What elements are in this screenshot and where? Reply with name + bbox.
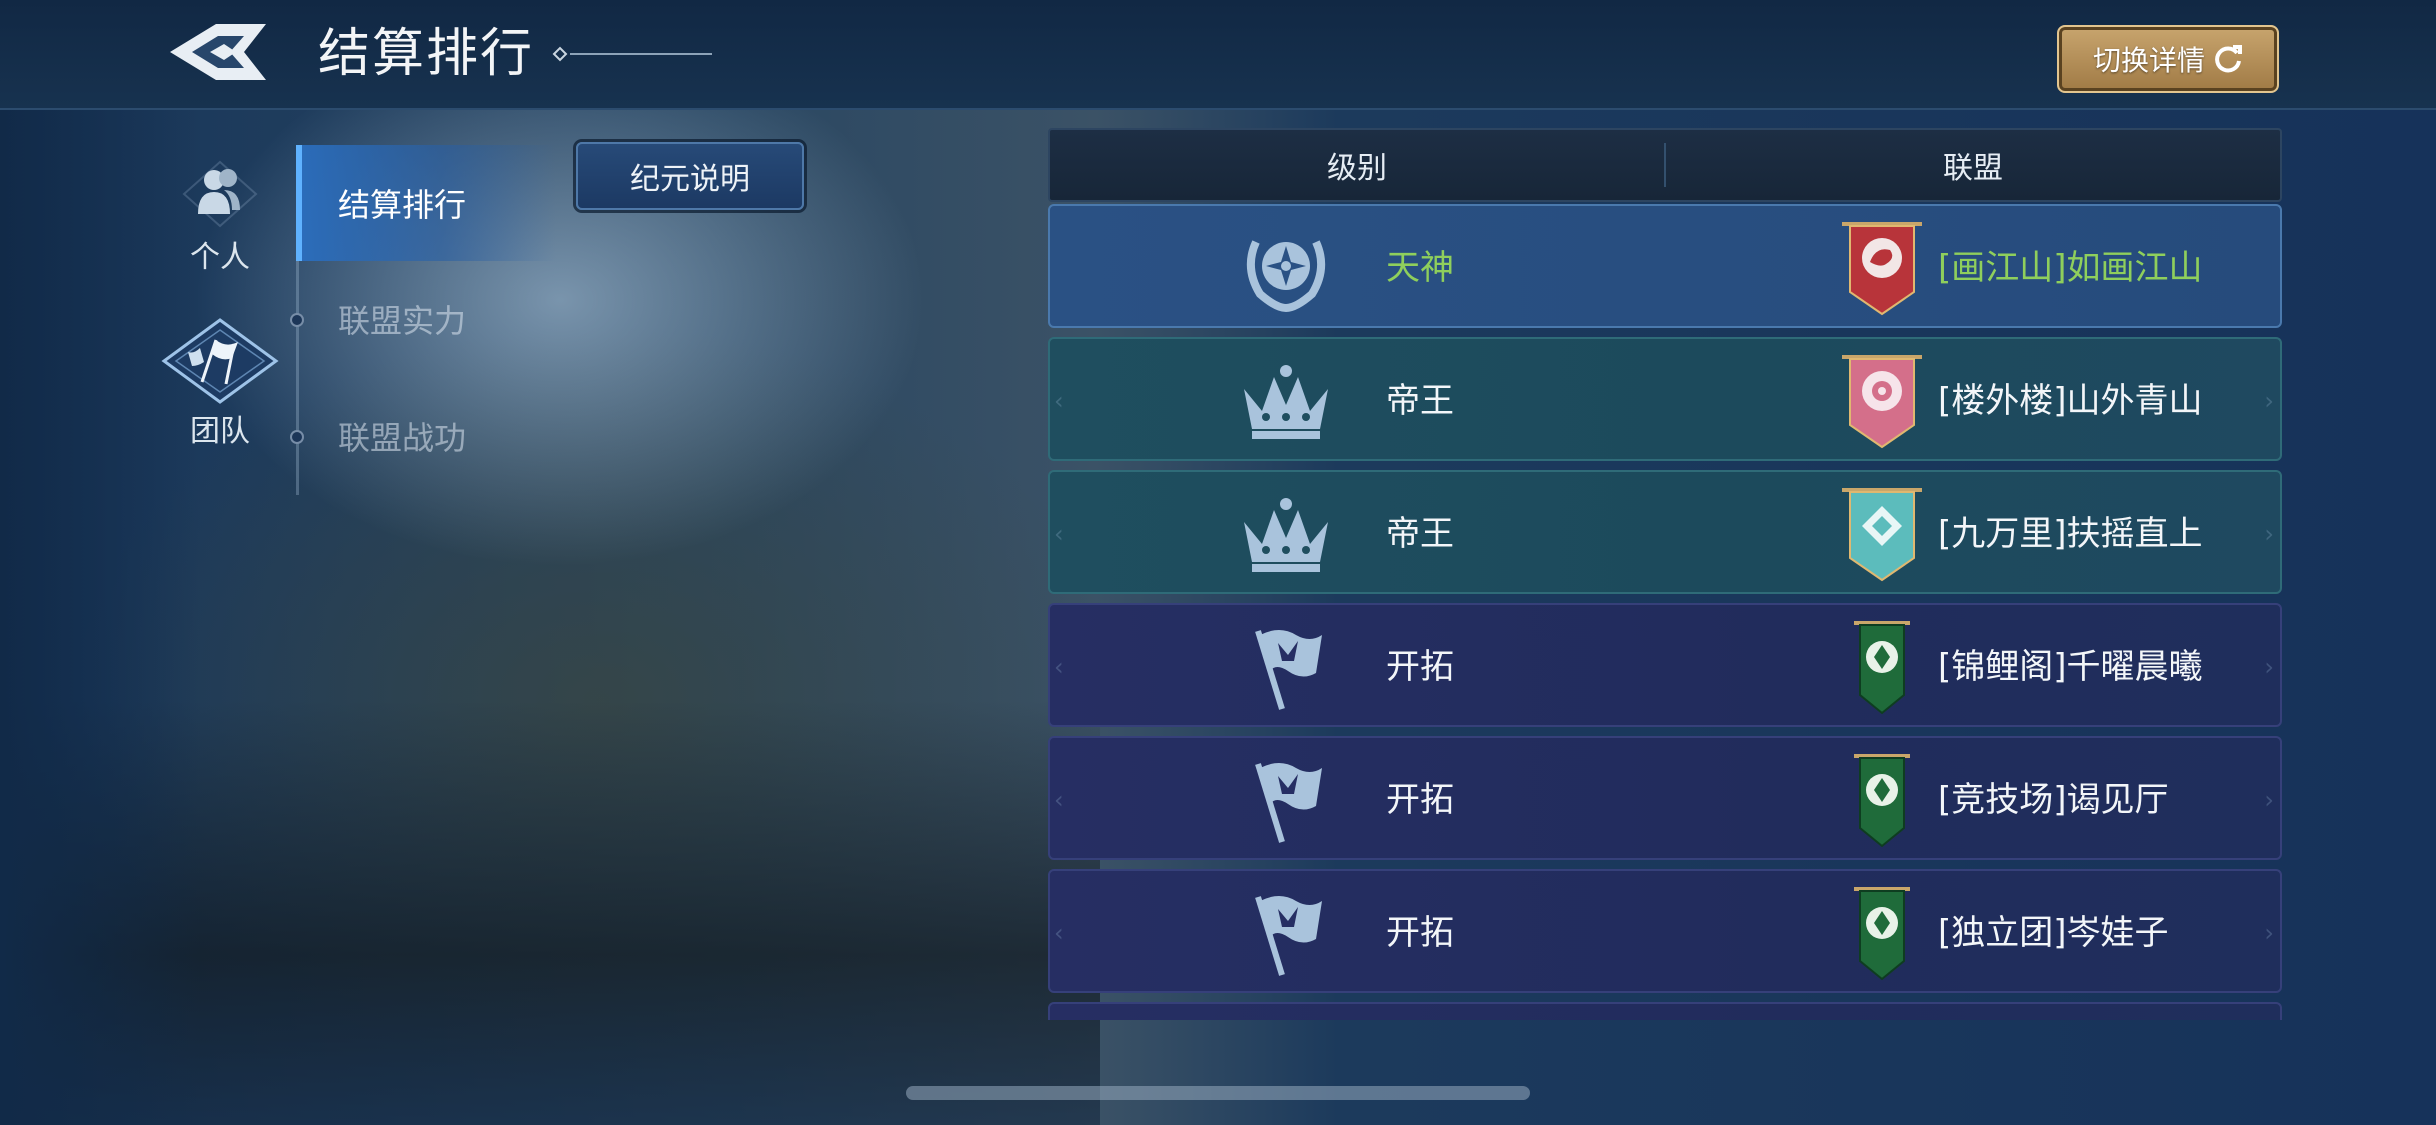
subnav-alliance-strength[interactable]: 联盟实力 <box>296 261 556 377</box>
back-arrow-icon <box>170 24 266 80</box>
category-personal-label: 个人 <box>190 240 250 275</box>
green-crest-banner-icon <box>1854 887 1910 981</box>
category-team-label: 团队 <box>190 414 250 449</box>
chevron-right-icon: › <box>2264 786 2274 814</box>
rank-label: 开拓 <box>1386 913 1454 953</box>
alliance-name: [竞技场]谒见厅 <box>1938 780 2169 820</box>
table-row[interactable]: 天神 [画江山]如画江山 <box>1048 204 2282 328</box>
laurel-emblem-icon <box>1246 240 1326 312</box>
rank-label: 开拓 <box>1386 780 1454 820</box>
rank-label: 帝王 <box>1386 381 1454 421</box>
column-header-rank: 级别 <box>1327 151 1387 186</box>
table-row[interactable]: ‹ 帝王 [九万里]扶摇直上 › <box>1048 470 2282 594</box>
table-row[interactable]: ‹ 开拓 [锦鲤阁]千曜晨曦 › <box>1048 603 2282 727</box>
subnav-alliance-merit-label: 联盟战功 <box>338 419 467 457</box>
title-ornament-icon <box>552 46 712 62</box>
table-row[interactable]: ‹ 帝王 [楼外楼]山外青山 › <box>1048 337 2282 461</box>
chevron-right-icon: › <box>2264 520 2274 548</box>
teal-wings-banner-icon <box>1842 488 1922 582</box>
alliance-name: [画江山]如画江山 <box>1938 248 2203 288</box>
green-crest-banner-icon <box>1854 621 1910 715</box>
alliance-name: [独立团]岑娃子 <box>1938 913 2169 953</box>
table-header: 级别 联盟 <box>1048 128 2282 202</box>
green-crest-banner-icon <box>1854 754 1910 848</box>
crown-icon <box>1244 498 1328 572</box>
switch-details-label: 切换详情 <box>2092 44 2205 77</box>
subnav-settlement-ranking-label: 结算排行 <box>338 186 467 224</box>
alliance-name: [楼外楼]山外青山 <box>1938 381 2203 421</box>
ranking-table: 级别 联盟 天神 [画江山]如画江山 ‹ 帝王 [楼外楼]山外青山 › ‹ 帝王… <box>1048 128 2282 1020</box>
red-dragon-banner-icon <box>1842 222 1922 316</box>
chevron-right-icon: › <box>2264 919 2274 947</box>
alliance-name: [九万里]扶摇直上 <box>1938 514 2203 554</box>
flag-icon <box>1255 763 1322 843</box>
table-row[interactable] <box>1048 1002 2282 1020</box>
page-title: 结算排行 <box>318 24 535 84</box>
home-indicator[interactable] <box>906 1086 1530 1100</box>
chevron-left-icon: ‹ <box>1054 387 1064 415</box>
refresh-icon <box>2215 45 2242 73</box>
flag-icon <box>1255 896 1322 976</box>
column-header-alliance: 联盟 <box>1943 151 2003 186</box>
team-flags-icon <box>161 318 279 404</box>
table-row[interactable]: ‹ 开拓 [独立团]岑娃子 › <box>1048 869 2282 993</box>
era-explanation-label: 纪元说明 <box>630 162 750 197</box>
crown-icon <box>1244 365 1328 439</box>
switch-details-button[interactable]: 切换详情 <box>2057 25 2279 93</box>
subnav-alliance-merit[interactable]: 联盟战功 <box>296 378 556 494</box>
chevron-left-icon: ‹ <box>1054 520 1064 548</box>
top-bar: 结算排行 切换详情 <box>0 0 2436 110</box>
era-explanation-button[interactable]: 纪元说明 <box>576 142 804 210</box>
rank-label: 天神 <box>1386 248 1454 288</box>
flag-icon <box>1255 630 1322 710</box>
table-row[interactable]: ‹ 开拓 [竞技场]谒见厅 › <box>1048 736 2282 860</box>
chevron-left-icon: ‹ <box>1054 786 1064 814</box>
category-personal[interactable]: 个人 <box>160 160 280 276</box>
chevron-left-icon: ‹ <box>1054 919 1064 947</box>
subnav-settlement-ranking[interactable]: 结算排行 <box>296 145 556 261</box>
chevron-right-icon: › <box>2264 653 2274 681</box>
category-team[interactable]: 团队 <box>160 318 280 450</box>
people-icon <box>182 160 258 228</box>
subnav-alliance-strength-label: 联盟实力 <box>338 302 467 340</box>
back-button[interactable] <box>166 18 270 86</box>
rank-label: 帝王 <box>1386 514 1454 554</box>
chevron-right-icon: › <box>2264 387 2274 415</box>
chevron-left-icon: ‹ <box>1054 653 1064 681</box>
rank-label: 开拓 <box>1386 647 1454 687</box>
alliance-name: [锦鲤阁]千曜晨曦 <box>1938 647 2203 687</box>
pink-flower-banner-icon <box>1842 355 1922 449</box>
